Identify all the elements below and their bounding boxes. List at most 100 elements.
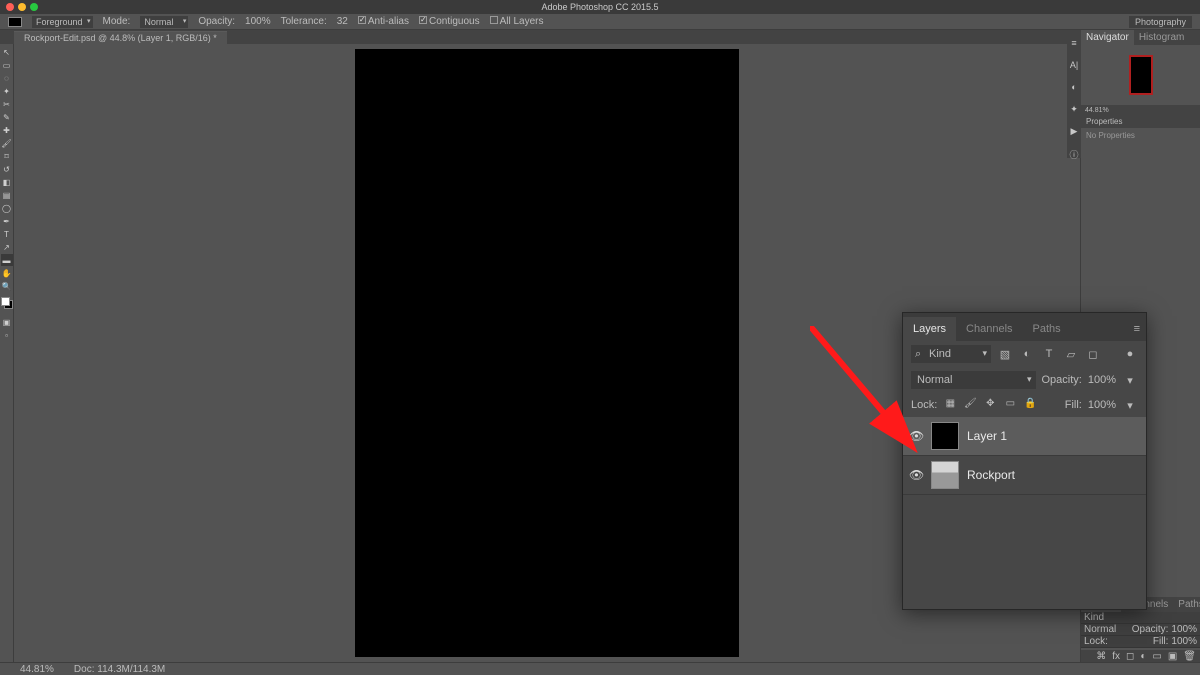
actions-panel-icon[interactable]: A| [1069, 60, 1079, 70]
layer-name[interactable]: Rockport [967, 468, 1015, 482]
brush-tool[interactable]: 🖌 [1, 137, 13, 149]
mini-layers-footer: ⌘ fx ◻ ◐ ▭ ▣ 🗑 [1081, 650, 1200, 662]
document-tab[interactable]: Rockport-Edit.psd @ 44.8% (Layer 1, RGB/… [14, 31, 227, 44]
layer-thumbnail[interactable] [931, 422, 959, 450]
lock-label: Lock: [911, 399, 937, 411]
tab-paths[interactable]: Paths [1023, 317, 1071, 341]
quick-mask-toggle[interactable]: ▣ [1, 316, 13, 328]
workspace-switcher[interactable]: Photography [1129, 16, 1192, 28]
minimize-window-button[interactable] [18, 3, 26, 11]
history-brush-tool[interactable]: ↺ [1, 163, 13, 175]
tab-channels[interactable]: Channels [956, 317, 1022, 341]
tools-panel: ↖ ▭ ◌ ✦ ✂ ✎ ✚ 🖌 ⌑ ↺ ◧ ▤ ◯ ✒ T ↗ ▬ ✋ 🔍 ▣ … [0, 44, 14, 662]
maximize-window-button[interactable] [30, 3, 38, 11]
contiguous-checkbox[interactable]: Contiguous [419, 16, 480, 27]
dodge-tool[interactable]: ◯ [1, 202, 13, 214]
tab-histogram[interactable]: Histogram [1134, 30, 1190, 45]
move-tool[interactable]: ↖ [1, 46, 13, 58]
eyedropper-tool[interactable]: ✎ [1, 111, 13, 123]
filter-adjust-icon[interactable]: ◐ [1019, 346, 1035, 362]
marquee-tool[interactable]: ▭ [1, 59, 13, 71]
navigator-zoom[interactable]: 44.81% [1081, 105, 1200, 115]
history-panel-icon[interactable]: ≡ [1069, 38, 1079, 48]
zoom-level[interactable]: 44.81% [20, 664, 54, 675]
info-panel-icon[interactable]: ⓘ [1069, 148, 1079, 158]
anti-alias-checkbox[interactable]: Anti-alias [358, 16, 409, 27]
adjustments-panel-icon[interactable]: ◐ [1069, 82, 1079, 92]
gradient-tool[interactable]: ▤ [1, 189, 13, 201]
filter-toggle-icon[interactable]: ● [1122, 346, 1138, 362]
filter-type-icon[interactable]: T [1041, 346, 1057, 362]
lock-position-icon[interactable]: ✥ [983, 398, 997, 412]
visibility-toggle-icon[interactable]: 👁 [909, 429, 923, 443]
close-window-button[interactable] [6, 3, 14, 11]
layer-style-icon[interactable]: fx [1112, 651, 1120, 662]
brushes-panel-icon[interactable]: ▶ [1069, 126, 1079, 136]
document-canvas[interactable] [355, 49, 739, 657]
fill-dropdown-icon[interactable]: ▾ [1122, 397, 1138, 413]
filter-smart-icon[interactable]: ◻ [1085, 346, 1101, 362]
new-layer-icon[interactable]: ▣ [1168, 651, 1177, 662]
layer-list: 👁 Layer 1 👁 Rockport [903, 417, 1146, 495]
pen-tool[interactable]: ✒ [1, 215, 13, 227]
opacity-value[interactable]: 100% [245, 16, 271, 27]
collapsed-panel-strip: ≡ A| ◐ ✦ ▶ ⓘ [1067, 30, 1081, 158]
blend-mode-dropdown[interactable]: Normal [140, 16, 188, 28]
mini-tab-paths[interactable]: Paths [1173, 597, 1200, 612]
path-select-tool[interactable]: ↗ [1, 241, 13, 253]
navigator-preview[interactable] [1081, 45, 1200, 105]
screen-mode-toggle[interactable]: ▫ [1, 329, 13, 341]
tolerance-value[interactable]: 32 [337, 16, 348, 27]
document-tab-bar: Rockport-Edit.psd @ 44.8% (Layer 1, RGB/… [0, 30, 1200, 44]
lasso-tool[interactable]: ◌ [1, 72, 13, 84]
layer-name[interactable]: Layer 1 [967, 429, 1007, 443]
opacity-value[interactable]: 100% [1088, 374, 1116, 386]
lock-artboard-icon[interactable]: ▭ [1003, 398, 1017, 412]
title-bar: Adobe Photoshop CC 2015.5 [0, 0, 1200, 14]
styles-panel-icon[interactable]: ✦ [1069, 104, 1079, 114]
lock-transparency-icon[interactable]: ▦ [943, 398, 957, 412]
filter-shape-icon[interactable]: ▱ [1063, 346, 1079, 362]
mini-blend-mode[interactable]: Normal [1084, 624, 1116, 635]
mini-kind-filter[interactable]: Kind [1084, 612, 1104, 623]
hand-tool[interactable]: ✋ [1, 267, 13, 279]
opacity-dropdown-icon[interactable]: ▾ [1122, 372, 1138, 388]
crop-tool[interactable]: ✂ [1, 98, 13, 110]
quick-select-tool[interactable]: ✦ [1, 85, 13, 97]
navigator-tabs: Navigator Histogram [1081, 30, 1200, 45]
tab-layers[interactable]: Layers [903, 317, 956, 341]
tab-navigator[interactable]: Navigator [1081, 30, 1134, 45]
fill-value[interactable]: 100% [1088, 399, 1116, 411]
visibility-toggle-icon[interactable]: 👁 [909, 468, 923, 482]
mini-fill-value[interactable]: 100% [1171, 636, 1197, 647]
type-tool[interactable]: T [1, 228, 13, 240]
tab-properties[interactable]: Properties [1081, 115, 1200, 128]
mini-opacity-value[interactable]: 100% [1171, 624, 1197, 635]
eraser-tool[interactable]: ◧ [1, 176, 13, 188]
blend-mode-dropdown[interactable]: Normal [911, 371, 1036, 389]
lock-all-icon[interactable]: 🔒 [1023, 398, 1037, 412]
panel-menu-icon[interactable]: ≡ [1128, 317, 1146, 341]
layer-row[interactable]: 👁 Rockport [903, 456, 1146, 495]
delete-layer-icon[interactable]: 🗑 [1183, 651, 1196, 662]
adjustment-layer-icon[interactable]: ◐ [1140, 651, 1146, 662]
layer-mask-icon[interactable]: ◻ [1126, 651, 1134, 662]
foreground-color-swatch[interactable] [1, 297, 10, 306]
paint-bucket-tool[interactable]: ▬ [1, 254, 13, 266]
group-icon[interactable]: ▭ [1152, 651, 1161, 662]
doc-size[interactable]: Doc: 114.3M/114.3M [74, 664, 165, 675]
lock-pixels-icon[interactable]: 🖌 [963, 398, 977, 412]
zoom-tool[interactable]: 🔍 [1, 280, 13, 292]
filter-pixel-icon[interactable]: ▧ [997, 346, 1013, 362]
tool-preset-swatch[interactable] [8, 17, 22, 27]
all-layers-checkbox[interactable]: All Layers [490, 16, 544, 27]
layer-thumbnail[interactable] [931, 461, 959, 489]
link-layers-icon[interactable]: ⌘ [1096, 651, 1106, 662]
layer-filter-kind[interactable]: Kind [911, 345, 991, 363]
layer-row[interactable]: 👁 Layer 1 [903, 417, 1146, 456]
stamp-tool[interactable]: ⌑ [1, 150, 13, 162]
healing-tool[interactable]: ✚ [1, 124, 13, 136]
status-bar: 44.81% Doc: 114.3M/114.3M [0, 662, 1200, 675]
color-swatches[interactable] [1, 297, 13, 309]
fill-source-dropdown[interactable]: Foreground [32, 16, 93, 28]
